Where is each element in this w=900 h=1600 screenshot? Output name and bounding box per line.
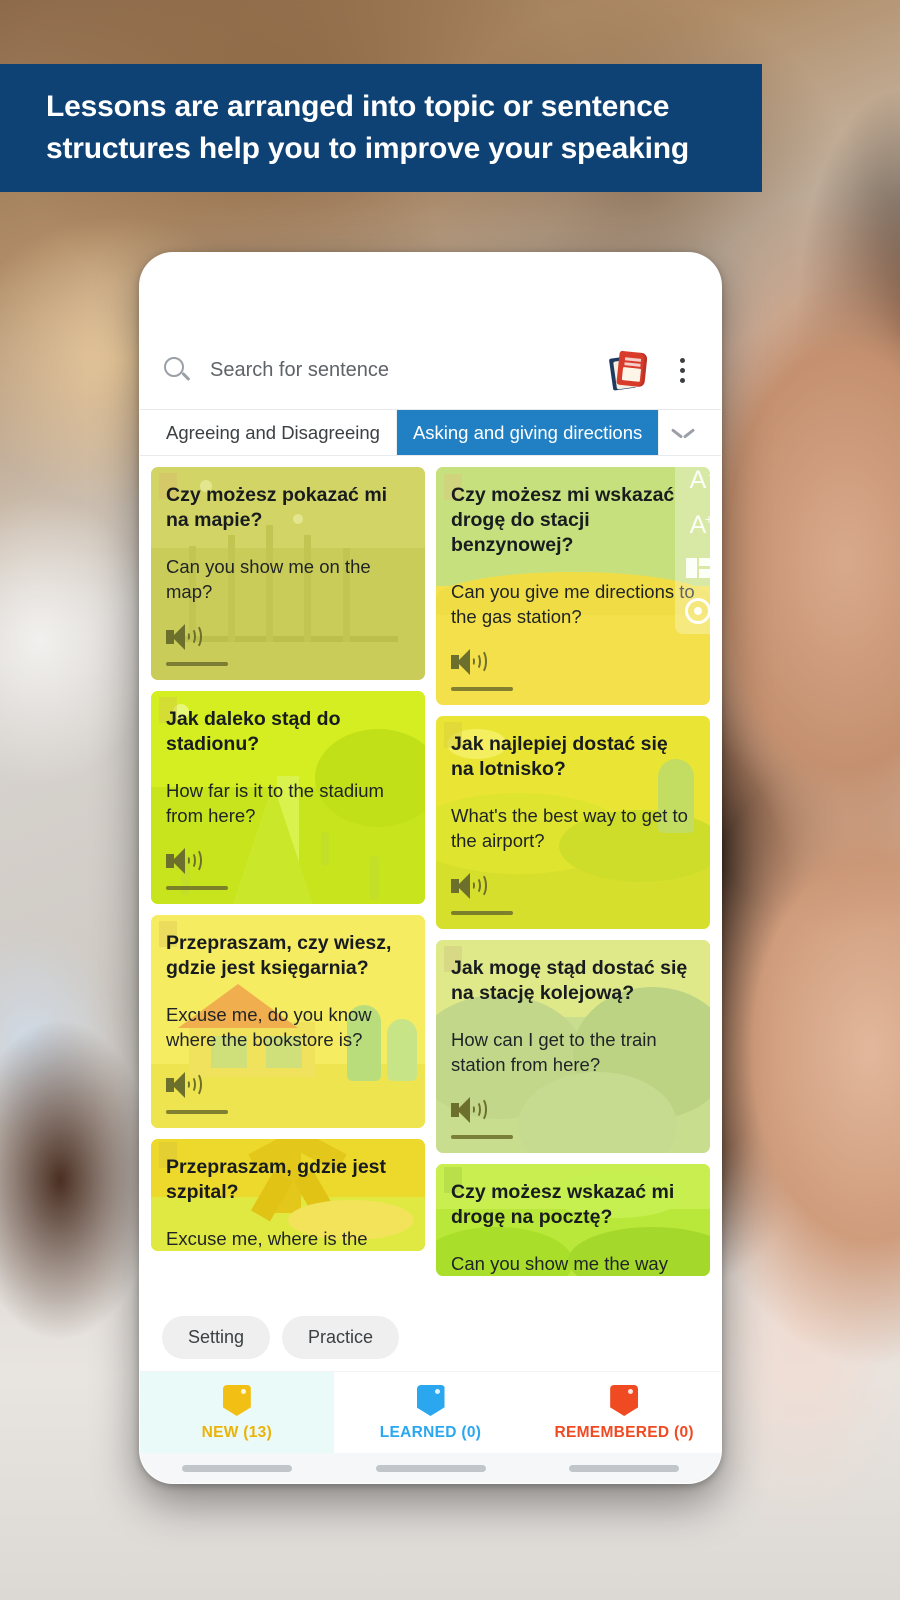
expand-topics-button[interactable]	[659, 410, 708, 455]
layout-grid-icon[interactable]	[686, 558, 710, 578]
search-input[interactable]: Search for sentence	[210, 359, 609, 382]
speaker-icon[interactable]	[166, 1072, 202, 1098]
headline-line-2: structures help you to improve your spea…	[46, 132, 690, 165]
progress-underline	[166, 886, 228, 890]
speaker-icon[interactable]	[166, 848, 202, 874]
speaker-icon[interactable]	[451, 873, 487, 899]
search-icon	[162, 355, 192, 385]
speaker-icon[interactable]	[451, 1097, 487, 1123]
progress-underline	[166, 1110, 228, 1114]
sentence-card[interactable]: Jak mogę stąd dostać się na stację kolej…	[436, 940, 710, 1153]
card-sentence-source: Jak mogę stąd dostać się na stację kolej…	[451, 957, 688, 1004]
card-sentence-source: Czy możesz wskazać mi drogę na pocztę?	[451, 1181, 675, 1228]
tab-asking-and-giving-directions[interactable]: Asking and giving directions	[396, 410, 660, 455]
sentence-card[interactable]: Czy możesz mi wskazać drogę do stacji be…	[436, 467, 710, 705]
floating-side-toolbar[interactable]: A- A +	[675, 456, 721, 634]
promo-headline-banner: Lessons are arranged into topic or sente…	[0, 64, 762, 192]
card-sentence-translation: What's the best way to get to the airpor…	[451, 805, 688, 851]
sentence-card[interactable]: Przepraszam, gdzie jest szpital? Excuse …	[151, 1139, 425, 1251]
card-sentence-source: Przepraszam, gdzie jest szpital?	[166, 1156, 387, 1203]
bottom-nav-learned[interactable]: LEARNED (0)	[334, 1372, 528, 1453]
nav-hint-segment	[527, 1453, 721, 1483]
bottom-nav-new[interactable]: NEW (13)	[140, 1372, 334, 1453]
sentence-card[interactable]: Jak daleko stąd do stadionu? How far is …	[151, 691, 425, 904]
sentence-card[interactable]: Przepraszam, czy wiesz, gdzie jest księg…	[151, 915, 425, 1128]
nav-hint-bar	[140, 1453, 721, 1483]
card-column-right: Czy możesz mi wskazać drogę do stacji be…	[436, 467, 710, 1276]
card-sentence-translation: Can you show me on the map?	[166, 556, 371, 602]
speaker-icon[interactable]	[451, 649, 487, 675]
card-sentence-translation: How can I get to the train station from …	[451, 1029, 657, 1075]
bottom-nav-remembered[interactable]: REMEMBERED (0)	[527, 1372, 721, 1453]
headline-line-1: Lessons are arranged into topic or sente…	[46, 90, 670, 123]
card-sentence-translation: Excuse me, do you know where the booksto…	[166, 1004, 372, 1050]
progress-underline	[451, 687, 513, 691]
sentence-card-grid[interactable]: Czy możesz pokazać mi na mapie? Can you …	[140, 456, 721, 1302]
nav-hint-segment	[140, 1453, 334, 1483]
setting-button[interactable]: Setting	[162, 1316, 271, 1359]
phone-mockup: Search for sentence Agreeing and Disagre…	[139, 252, 722, 1484]
topic-tab-bar[interactable]: Agreeing and Disagreeing Asking and givi…	[140, 409, 721, 456]
speaker-icon[interactable]	[166, 624, 202, 650]
chevron-down-icon	[673, 427, 693, 438]
practice-button[interactable]: Practice	[282, 1316, 400, 1359]
progress-underline	[451, 911, 513, 915]
bottom-nav-bar[interactable]: NEW (13) LEARNED (0) REMEMBERED (0)	[140, 1371, 721, 1453]
tag-icon	[416, 1385, 445, 1416]
eye-visibility-icon[interactable]	[685, 598, 711, 624]
tab-agreeing-and-disagreeing[interactable]: Agreeing and Disagreeing	[150, 410, 397, 455]
progress-underline	[451, 1135, 513, 1139]
bottom-nav-label: LEARNED (0)	[379, 1424, 482, 1441]
card-sentence-source: Przepraszam, czy wiesz, gdzie jest księg…	[166, 932, 392, 979]
search-bar[interactable]: Search for sentence	[140, 331, 721, 409]
card-sentence-source: Czy możesz pokazać mi na mapie?	[166, 484, 388, 531]
action-chip-row[interactable]: Setting Practice	[140, 1302, 721, 1371]
progress-underline	[166, 662, 228, 666]
sentence-card[interactable]: Czy możesz pokazać mi na mapie? Can you …	[151, 467, 425, 680]
books-icon[interactable]	[608, 349, 651, 391]
bottom-nav-label: NEW (13)	[201, 1424, 273, 1441]
card-sentence-source: Jak najlepiej dostać się na lotnisko?	[451, 733, 668, 780]
card-sentence-translation: How far is it to the stadium from here?	[166, 780, 384, 826]
card-sentence-source: Czy możesz mi wskazać drogę do stacji be…	[451, 484, 675, 556]
card-column-left: Czy możesz pokazać mi na mapie? Can you …	[151, 467, 425, 1276]
font-decrease-icon[interactable]: A-	[684, 467, 713, 493]
app-screen: Search for sentence Agreeing and Disagre…	[140, 253, 721, 1483]
card-sentence-translation: Can you show me the way	[451, 1253, 668, 1274]
font-increase-icon[interactable]: A +	[684, 512, 713, 538]
bottom-nav-label: REMEMBERED (0)	[554, 1424, 694, 1441]
card-sentence-translation: Can you give me directions to the gas st…	[451, 581, 695, 627]
tag-icon	[610, 1385, 639, 1416]
card-sentence-source: Jak daleko stąd do stadionu?	[166, 708, 341, 755]
nav-hint-segment	[334, 1453, 528, 1483]
tag-icon	[222, 1385, 251, 1416]
sentence-card[interactable]: Czy możesz wskazać mi drogę na pocztę? C…	[436, 1164, 710, 1276]
sentence-card[interactable]: Jak najlepiej dostać się na lotnisko? Wh…	[436, 716, 710, 929]
kebab-menu-icon[interactable]	[667, 353, 697, 387]
card-sentence-translation: Excuse me, where is the	[166, 1228, 368, 1249]
